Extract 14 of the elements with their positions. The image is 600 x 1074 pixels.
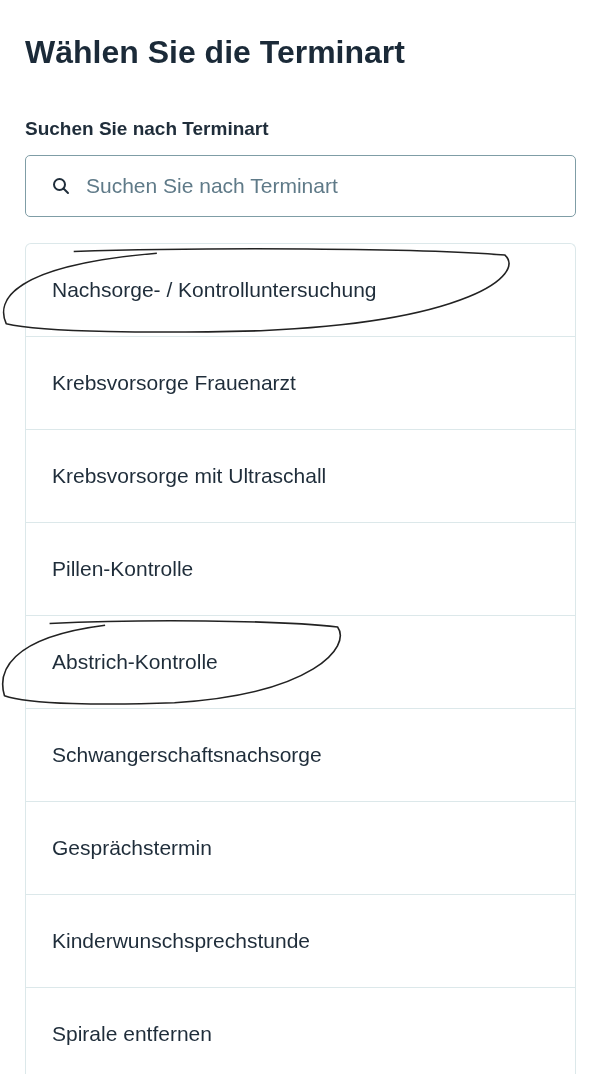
list-item[interactable]: Schwangerschaftsnachsorge — [26, 709, 575, 802]
list-item[interactable]: Pillen-Kontrolle — [26, 523, 575, 616]
search-input[interactable]: Suchen Sie nach Terminart — [84, 173, 549, 199]
list-item[interactable]: Krebsvorsorge mit Ultraschall — [26, 430, 575, 523]
list-item[interactable]: Nachsorge- / Kontrolluntersuchung — [26, 244, 575, 337]
search-field[interactable]: Suchen Sie nach Terminart — [25, 155, 576, 217]
list-item[interactable]: Spirale entfernen — [26, 988, 575, 1074]
search-icon — [52, 177, 70, 195]
search-label: Suchen Sie nach Terminart — [25, 117, 269, 141]
list-item[interactable]: Kinderwunschsprechstunde — [26, 895, 575, 988]
list-item[interactable]: Krebsvorsorge Frauenarzt — [26, 337, 575, 430]
page-title: Wählen Sie die Terminart — [25, 33, 406, 72]
list-item[interactable]: Gesprächstermin — [26, 802, 575, 895]
list-item[interactable]: Abstrich-Kontrolle — [26, 616, 575, 709]
